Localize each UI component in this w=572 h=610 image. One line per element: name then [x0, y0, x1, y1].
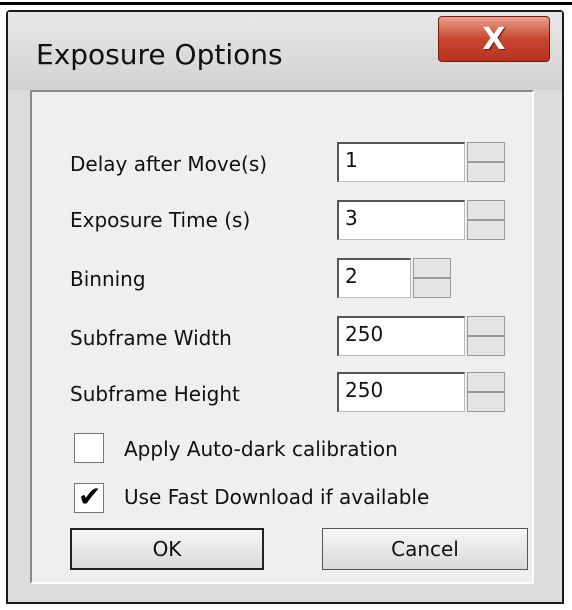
delay-label: Delay after Move(s) — [70, 152, 268, 176]
delay-spin-up[interactable] — [467, 142, 505, 162]
delay-input[interactable]: 1 — [337, 142, 465, 182]
exposure-time-spinner[interactable] — [467, 200, 505, 240]
subframe-height-spin-down[interactable] — [467, 392, 505, 412]
exposure-options-dialog: Exposure Options X Delay after Move(s) 1… — [6, 10, 564, 604]
checkmark-icon: ✔ — [78, 480, 102, 513]
auto-dark-checkbox[interactable] — [74, 433, 104, 463]
subframe-height-label: Subframe Height — [70, 382, 240, 406]
ok-button[interactable]: OK — [70, 528, 264, 570]
delay-spin-down[interactable] — [467, 162, 505, 182]
exposure-time-label: Exposure Time (s) — [70, 208, 251, 232]
fast-download-checkbox[interactable]: ✔ — [74, 480, 104, 513]
subframe-width-spin-down[interactable] — [467, 336, 505, 356]
auto-dark-label: Apply Auto-dark calibration — [124, 437, 398, 461]
binning-spin-down[interactable] — [413, 278, 451, 298]
exposure-time-spin-up[interactable] — [467, 200, 505, 220]
subframe-height-input[interactable]: 250 — [337, 372, 465, 412]
binning-spin-up[interactable] — [413, 258, 451, 278]
cancel-button[interactable]: Cancel — [322, 528, 528, 570]
options-panel: Delay after Move(s) 1 Exposure Time (s) … — [30, 90, 534, 584]
subframe-height-spin-up[interactable] — [467, 372, 505, 392]
delay-spinner[interactable] — [467, 142, 505, 182]
fast-download-label: Use Fast Download if available — [124, 485, 430, 509]
subframe-width-label: Subframe Width — [70, 326, 232, 350]
subframe-width-spinner[interactable] — [467, 316, 505, 356]
subframe-height-spinner[interactable] — [467, 372, 505, 412]
top-border — [0, 2, 572, 5]
binning-input[interactable]: 2 — [337, 258, 411, 298]
subframe-width-input[interactable]: 250 — [337, 316, 465, 356]
binning-spinner[interactable] — [413, 258, 451, 298]
dialog-title: Exposure Options — [36, 38, 283, 71]
exposure-time-spin-down[interactable] — [467, 220, 505, 240]
close-icon: X — [482, 21, 506, 57]
exposure-time-input[interactable]: 3 — [337, 200, 465, 240]
title-bar[interactable]: Exposure Options X — [8, 12, 562, 90]
subframe-width-spin-up[interactable] — [467, 316, 505, 336]
close-button[interactable]: X — [438, 16, 550, 62]
binning-label: Binning — [70, 267, 146, 291]
